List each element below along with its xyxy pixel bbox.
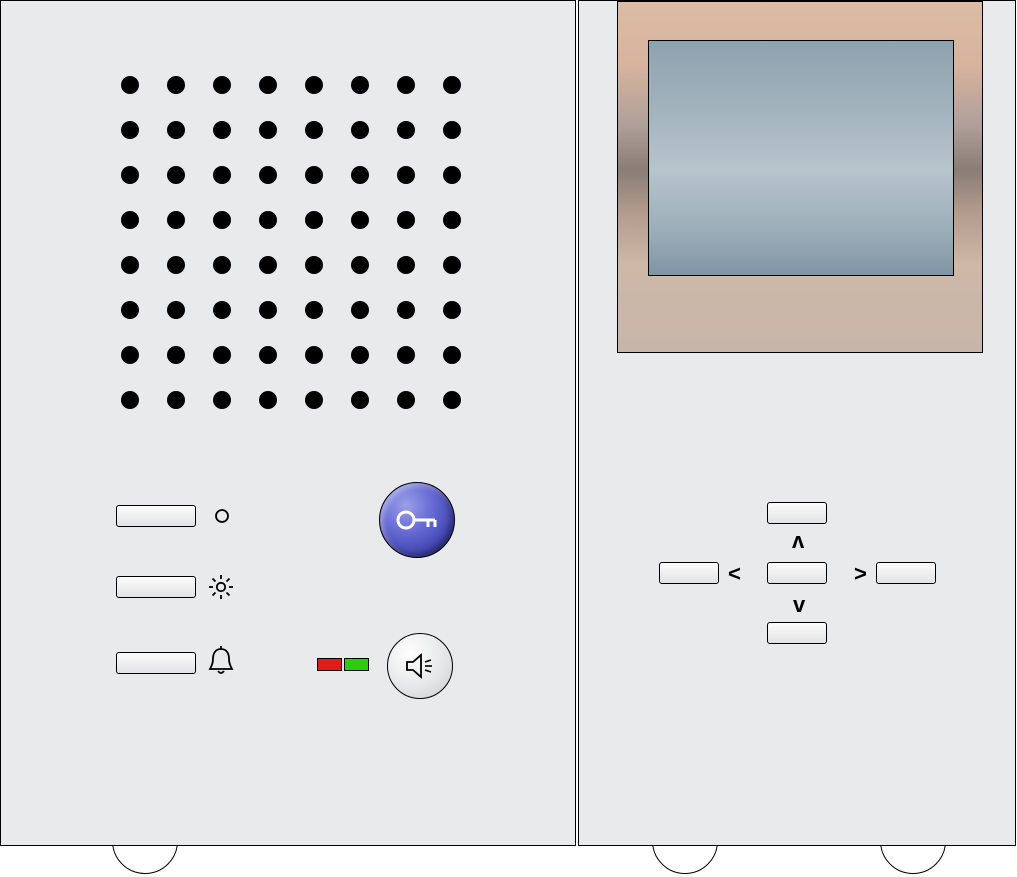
aux-button-1[interactable] bbox=[116, 505, 196, 527]
chevron-left-icon: < bbox=[728, 561, 741, 587]
light-button[interactable] bbox=[116, 576, 196, 598]
display-screen bbox=[648, 40, 954, 276]
chevron-right-icon: > bbox=[854, 561, 867, 587]
door-open-button[interactable] bbox=[379, 482, 455, 558]
dpad-right-button[interactable] bbox=[876, 562, 936, 584]
bell-button[interactable] bbox=[116, 652, 196, 674]
bell-icon bbox=[206, 646, 236, 676]
speaker-icon bbox=[403, 651, 437, 681]
display-bezel bbox=[617, 1, 983, 353]
talk-button[interactable] bbox=[387, 633, 453, 699]
mount-foot bbox=[868, 846, 958, 877]
dpad-left-button[interactable] bbox=[659, 562, 719, 584]
chevron-down-icon: v bbox=[793, 592, 805, 618]
circle-icon bbox=[207, 501, 237, 531]
video-panel: ʌ < > v bbox=[578, 0, 1016, 846]
brightness-icon bbox=[206, 572, 236, 602]
status-led-green bbox=[344, 658, 369, 671]
key-icon bbox=[395, 506, 439, 534]
chevron-up-icon: ʌ bbox=[792, 528, 804, 554]
status-led-red bbox=[317, 658, 342, 671]
dpad-down-button[interactable] bbox=[767, 622, 827, 644]
audio-panel bbox=[0, 0, 576, 846]
speaker-grille bbox=[121, 76, 461, 409]
mount-foot bbox=[640, 846, 730, 877]
mount-foot bbox=[100, 846, 190, 877]
dpad-center-button[interactable] bbox=[767, 562, 827, 584]
dpad-up-button[interactable] bbox=[767, 502, 827, 524]
